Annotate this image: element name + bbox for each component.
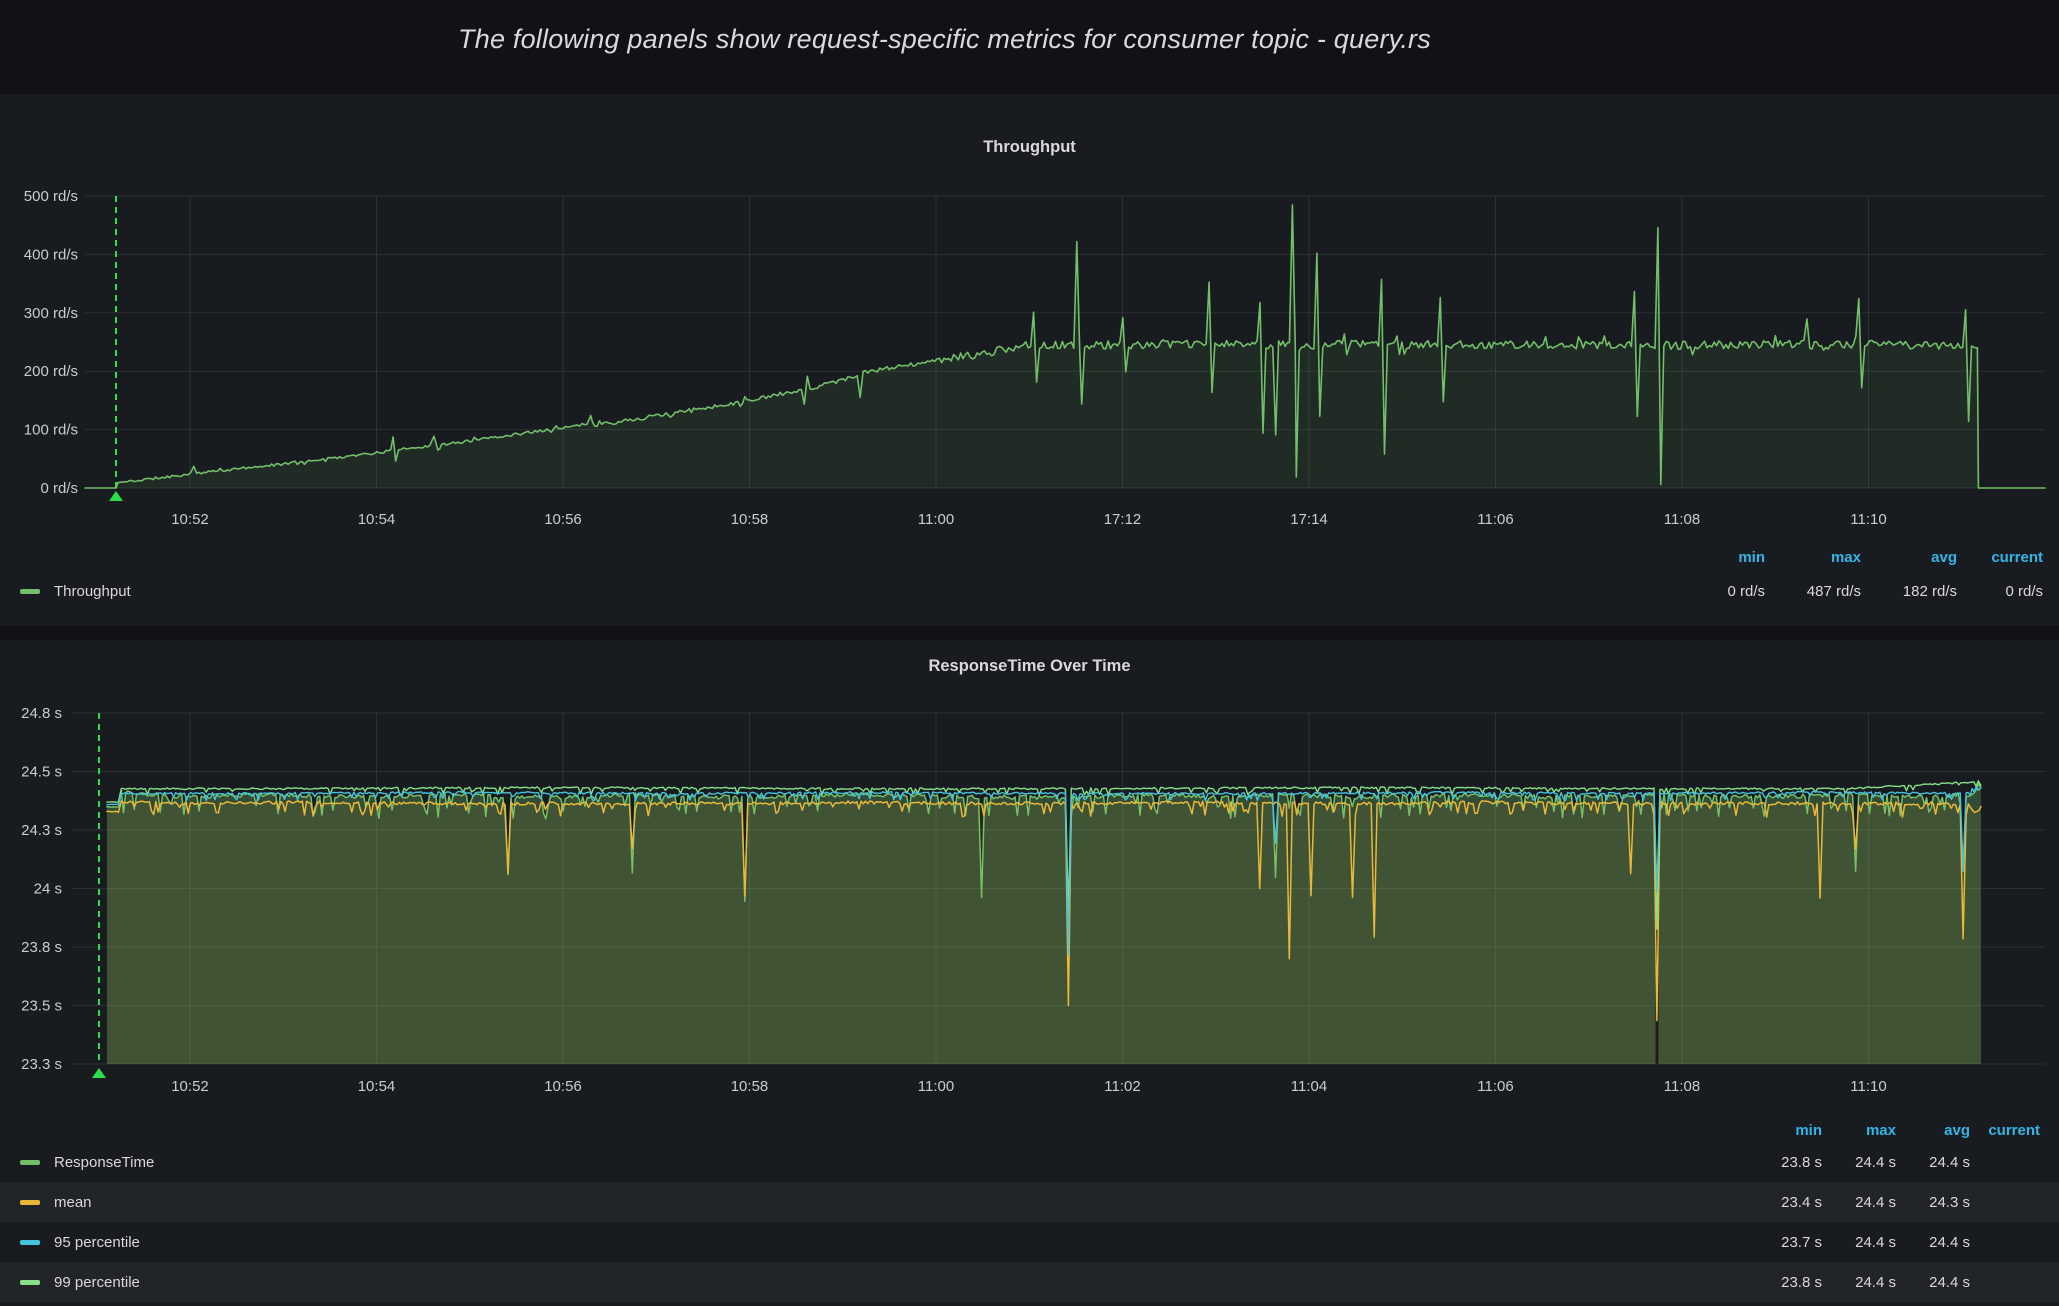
stat-max: 24.4 s bbox=[1822, 1234, 1896, 1251]
p99-series-swatch[interactable] bbox=[20, 1280, 40, 1285]
legend-label[interactable]: Throughput bbox=[54, 583, 131, 600]
mean-series-swatch[interactable] bbox=[20, 1200, 40, 1205]
svg-text:24.3 s: 24.3 s bbox=[21, 822, 62, 839]
legend-row-95-percentile[interactable]: 95 percentile 23.7 s 24.4 s 24.4 s bbox=[0, 1222, 2059, 1262]
stat-min: 23.7 s bbox=[1748, 1234, 1822, 1251]
svg-text:17:14: 17:14 bbox=[1290, 511, 1328, 528]
svg-text:10:54: 10:54 bbox=[358, 511, 396, 528]
legend-col-max[interactable]: max bbox=[1765, 549, 1861, 566]
legend-col-current[interactable]: current bbox=[1970, 1122, 2040, 1139]
legend-col-min[interactable]: min bbox=[1748, 1122, 1822, 1139]
stat-avg: 24.4 s bbox=[1896, 1154, 1970, 1171]
svg-text:11:06: 11:06 bbox=[1477, 1078, 1513, 1095]
panel-responsetime: ResponseTime Over Time 24.8 s24.5 s24.3 … bbox=[0, 640, 2059, 1306]
legend-row-throughput[interactable]: Throughput 0 rd/s 487 rd/s 182 rd/s 0 rd… bbox=[0, 571, 2059, 611]
legend-label[interactable]: ResponseTime bbox=[54, 1154, 154, 1171]
svg-text:11:00: 11:00 bbox=[918, 511, 954, 528]
stat-min: 23.8 s bbox=[1748, 1274, 1822, 1291]
svg-text:23.8 s: 23.8 s bbox=[21, 939, 62, 956]
svg-text:10:56: 10:56 bbox=[544, 511, 582, 528]
svg-text:23.5 s: 23.5 s bbox=[21, 998, 62, 1015]
svg-text:11:10: 11:10 bbox=[1850, 1078, 1886, 1095]
legend-row-responsetime[interactable]: ResponseTime 23.8 s 24.4 s 24.4 s bbox=[0, 1142, 2059, 1182]
stat-max: 24.4 s bbox=[1822, 1194, 1896, 1211]
stat-max: 24.4 s bbox=[1822, 1154, 1896, 1171]
svg-text:11:00: 11:00 bbox=[918, 1078, 954, 1095]
svg-text:10:56: 10:56 bbox=[544, 1078, 582, 1095]
stat-avg: 24.3 s bbox=[1896, 1194, 1970, 1211]
throughput-chart[interactable]: 500 rd/s 400 rd/s 300 rd/s 200 rd/s 100 rd/s… bbox=[0, 94, 2059, 539]
stat-min: 0 rd/s bbox=[1669, 583, 1765, 600]
stat-avg: 182 rd/s bbox=[1861, 583, 1957, 600]
panel-throughput: Throughput 500 rd/s 400 rd/s 300 rd/s 200 r… bbox=[0, 94, 2059, 626]
svg-text:300 rd/s: 300 rd/s bbox=[24, 305, 78, 322]
responsetime-series-swatch[interactable] bbox=[20, 1160, 40, 1165]
svg-text:11:06: 11:06 bbox=[1477, 511, 1513, 528]
svg-text:0 rd/s: 0 rd/s bbox=[40, 480, 78, 497]
svg-text:24.8 s: 24.8 s bbox=[21, 705, 62, 722]
throughput-legend-header: min max avg current bbox=[0, 546, 2059, 568]
stat-min: 23.4 s bbox=[1748, 1194, 1822, 1211]
dashboard-text-panel: The following panels show request-specif… bbox=[0, 0, 2059, 88]
stat-max: 24.4 s bbox=[1822, 1274, 1896, 1291]
svg-text:10:52: 10:52 bbox=[171, 511, 209, 528]
svg-text:11:10: 11:10 bbox=[1850, 511, 1886, 528]
svg-text:23.3 s: 23.3 s bbox=[21, 1056, 62, 1073]
responsetime-chart[interactable]: 24.8 s 24.5 s 24.3 s 24 s 23.8 s 23.5 s 23.3 s… bbox=[0, 640, 2059, 1102]
svg-text:10:54: 10:54 bbox=[358, 1078, 396, 1095]
svg-text:100 rd/s: 100 rd/s bbox=[24, 422, 78, 439]
dashboard-note-title: The following panels show request-specif… bbox=[0, 24, 1889, 55]
legend-col-min[interactable]: min bbox=[1669, 549, 1765, 566]
legend-label[interactable]: 95 percentile bbox=[54, 1234, 140, 1251]
svg-text:11:08: 11:08 bbox=[1664, 511, 1700, 528]
stat-avg: 24.4 s bbox=[1896, 1234, 1970, 1251]
stat-min: 23.8 s bbox=[1748, 1154, 1822, 1171]
p95-series-swatch[interactable] bbox=[20, 1240, 40, 1245]
svg-text:200 rd/s: 200 rd/s bbox=[24, 363, 78, 380]
svg-text:10:58: 10:58 bbox=[731, 511, 769, 528]
svg-text:11:08: 11:08 bbox=[1664, 1078, 1700, 1095]
legend-label[interactable]: mean bbox=[54, 1194, 92, 1211]
legend-col-avg[interactable]: avg bbox=[1896, 1122, 1970, 1139]
svg-text:24.5 s: 24.5 s bbox=[21, 764, 62, 781]
legend-row-99-percentile[interactable]: 99 percentile 23.8 s 24.4 s 24.4 s bbox=[0, 1262, 2059, 1302]
svg-text:11:02: 11:02 bbox=[1104, 1078, 1140, 1095]
svg-text:24 s: 24 s bbox=[34, 881, 62, 898]
stat-avg: 24.4 s bbox=[1896, 1274, 1970, 1291]
svg-text:10:52: 10:52 bbox=[171, 1078, 209, 1095]
legend-row-mean[interactable]: mean 23.4 s 24.4 s 24.3 s bbox=[0, 1182, 2059, 1222]
svg-text:500 rd/s: 500 rd/s bbox=[24, 188, 78, 205]
svg-text:400 rd/s: 400 rd/s bbox=[24, 246, 78, 263]
throughput-series-swatch[interactable] bbox=[20, 589, 40, 594]
legend-col-avg[interactable]: avg bbox=[1861, 549, 1957, 566]
stat-current: 0 rd/s bbox=[1957, 583, 2043, 600]
svg-text:11:04: 11:04 bbox=[1291, 1078, 1327, 1095]
svg-text:17:12: 17:12 bbox=[1104, 511, 1142, 528]
stat-max: 487 rd/s bbox=[1765, 583, 1861, 600]
svg-text:10:58: 10:58 bbox=[731, 1078, 769, 1095]
legend-label[interactable]: 99 percentile bbox=[54, 1274, 140, 1291]
legend-col-max[interactable]: max bbox=[1822, 1122, 1896, 1139]
responsetime-legend-header: min max avg current bbox=[0, 1119, 2059, 1141]
legend-col-current[interactable]: current bbox=[1957, 549, 2043, 566]
